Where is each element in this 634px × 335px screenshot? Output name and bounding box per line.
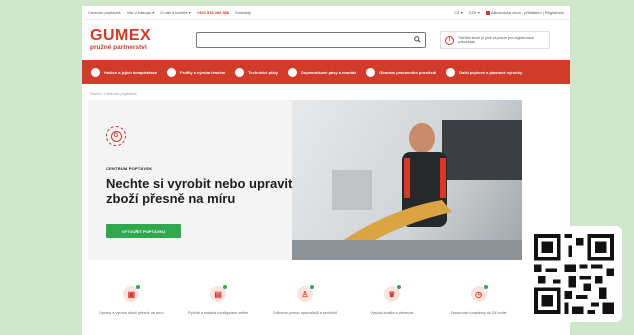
user-icon [485,10,490,15]
nav-item-pasy[interactable]: Dopravníkové pásy a montáž [283,60,361,84]
feature-label: Zpracování poptávky do 24 hodin [450,311,507,315]
qr-code [526,226,622,322]
feature-item: ▣ Úpravy a výroba zboží přesně na míru [95,285,167,316]
profile-icon [167,67,177,77]
feature-item: ◷ Zpracování poptávky do 24 hodin [443,285,515,316]
brand-badge-icon: G [106,126,126,146]
rubber-icon [446,67,456,77]
feature-label: Rychlá a snadná konfigurace online [188,311,249,315]
breadcrumb[interactable]: Domů / Centrum poptávek [82,84,570,100]
quality-icon: ♛ [383,285,401,302]
web-page: Centrum poptávek Vše o nákupu ▾ O nás a … [82,6,570,335]
clock-icon: ◷ [470,285,488,302]
info-icon: ! [445,35,454,45]
check-dot-icon [136,285,141,289]
phone-link[interactable]: +420 518 399 588 [197,10,229,15]
account-link[interactable]: Zákaznická zóna - přihlášení | Registrac… [485,10,564,15]
nav-item-prostredi[interactable]: Obuvání pracovního prostředí [361,60,441,84]
nav-item-hadice[interactable]: Hadice a jejich komplektace [86,60,162,84]
feature-label: Odborná pomoc specialistů a techniků [272,311,338,315]
sheet-icon [235,67,245,77]
hero-banner: G CENTRUM POPTÁVEK Nechte si vyrobit neb… [88,100,522,260]
search-icon[interactable] [414,36,421,43]
main-navigation: Hadice a jejich komplektace Profily a vý… [82,60,570,84]
logo-tagline: pružné partnerství [90,44,147,51]
create-request-button[interactable]: VYTVOŘIT POPTÁVKU [106,224,181,238]
check-dot-icon [396,285,401,289]
qr-code-icon [534,234,614,314]
expert-icon: ♙ [296,285,314,302]
feature-item: ▤ Rychlá a snadná konfigurace online [182,285,254,316]
logo-wordmark: GUMEX [90,27,152,44]
nav-item-profily[interactable]: Profily a výroba těsnění [162,60,230,84]
feature-item: ♙ Odborná pomoc specialistů a techniků [269,285,341,316]
feature-label: Vysoká kvalita a přesnost [370,311,414,315]
nav-item-label: Další pryžové a plastové výrobky [459,69,523,75]
feature-list: ▣ Úpravy a výroba zboží přesně na míru ▤… [88,285,522,316]
site-header: GUMEX pružné partnerství ! Tlačítka zbož… [82,20,570,60]
top-utility-bar: Centrum poptávek Vše o nákupu ▾ O nás a … [82,6,570,20]
notice-text: Tlačítka zboží je plně za pucze pro regi… [458,35,535,45]
gumex-logo[interactable]: GUMEX pružné partnerství [90,28,178,52]
hero-kicker: CENTRUM POPTÁVEK [106,166,153,171]
nav-item-label: Technické pláty [248,69,278,75]
cut-icon: ▣ [123,285,141,302]
check-dot-icon [309,285,314,289]
feature-label: Úpravy a výroba zboží přesně na míru [99,311,164,315]
check-dot-icon [483,285,488,289]
login-notice: ! Tlačítka zboží je plně za pucze pro re… [440,31,550,49]
check-dot-icon [223,285,228,289]
topbar-link-nakup[interactable]: Vše o nákupu ▾ [127,10,155,15]
hose-icon [91,67,100,77]
feature-item: ♛ Vysoká kvalita a přesnost [356,285,428,316]
language-select[interactable]: CZ ▾ [454,10,462,15]
brand-badge-letter: G [110,130,122,142]
hero-title: Nechte si vyrobit nebo upravit zboží pře… [106,176,293,206]
nav-item-label: Hadice a jejich komplektace [104,69,158,75]
currency-select[interactable]: CZK ▾ [469,10,480,15]
nav-item-label: Obuvání pracovního prostředí [379,69,437,75]
nav-item-label: Profily a výroba těsnění [180,69,226,75]
topbar-link-centrum[interactable]: Centrum poptávek [88,10,121,15]
account-link-label: Zákaznická zóna - přihlášení | Registrac… [490,10,564,15]
topbar-link-onas[interactable]: O nás a kariéra ▾ [160,10,190,15]
hero-photo-worker [292,100,522,260]
conveyor-icon [288,67,297,77]
config-icon: ▤ [210,285,228,302]
nav-item-label: Dopravníkové pásy a montáž [301,69,357,75]
worker-illustration [292,120,522,260]
contact-link[interactable]: Kontakty [235,10,251,15]
nav-item-vyrobky[interactable]: Další pryžové a plastové výrobky [441,60,527,84]
nav-item-platy[interactable]: Technické pláty [230,60,283,84]
workwear-icon [366,67,376,77]
search-input[interactable] [196,32,426,48]
